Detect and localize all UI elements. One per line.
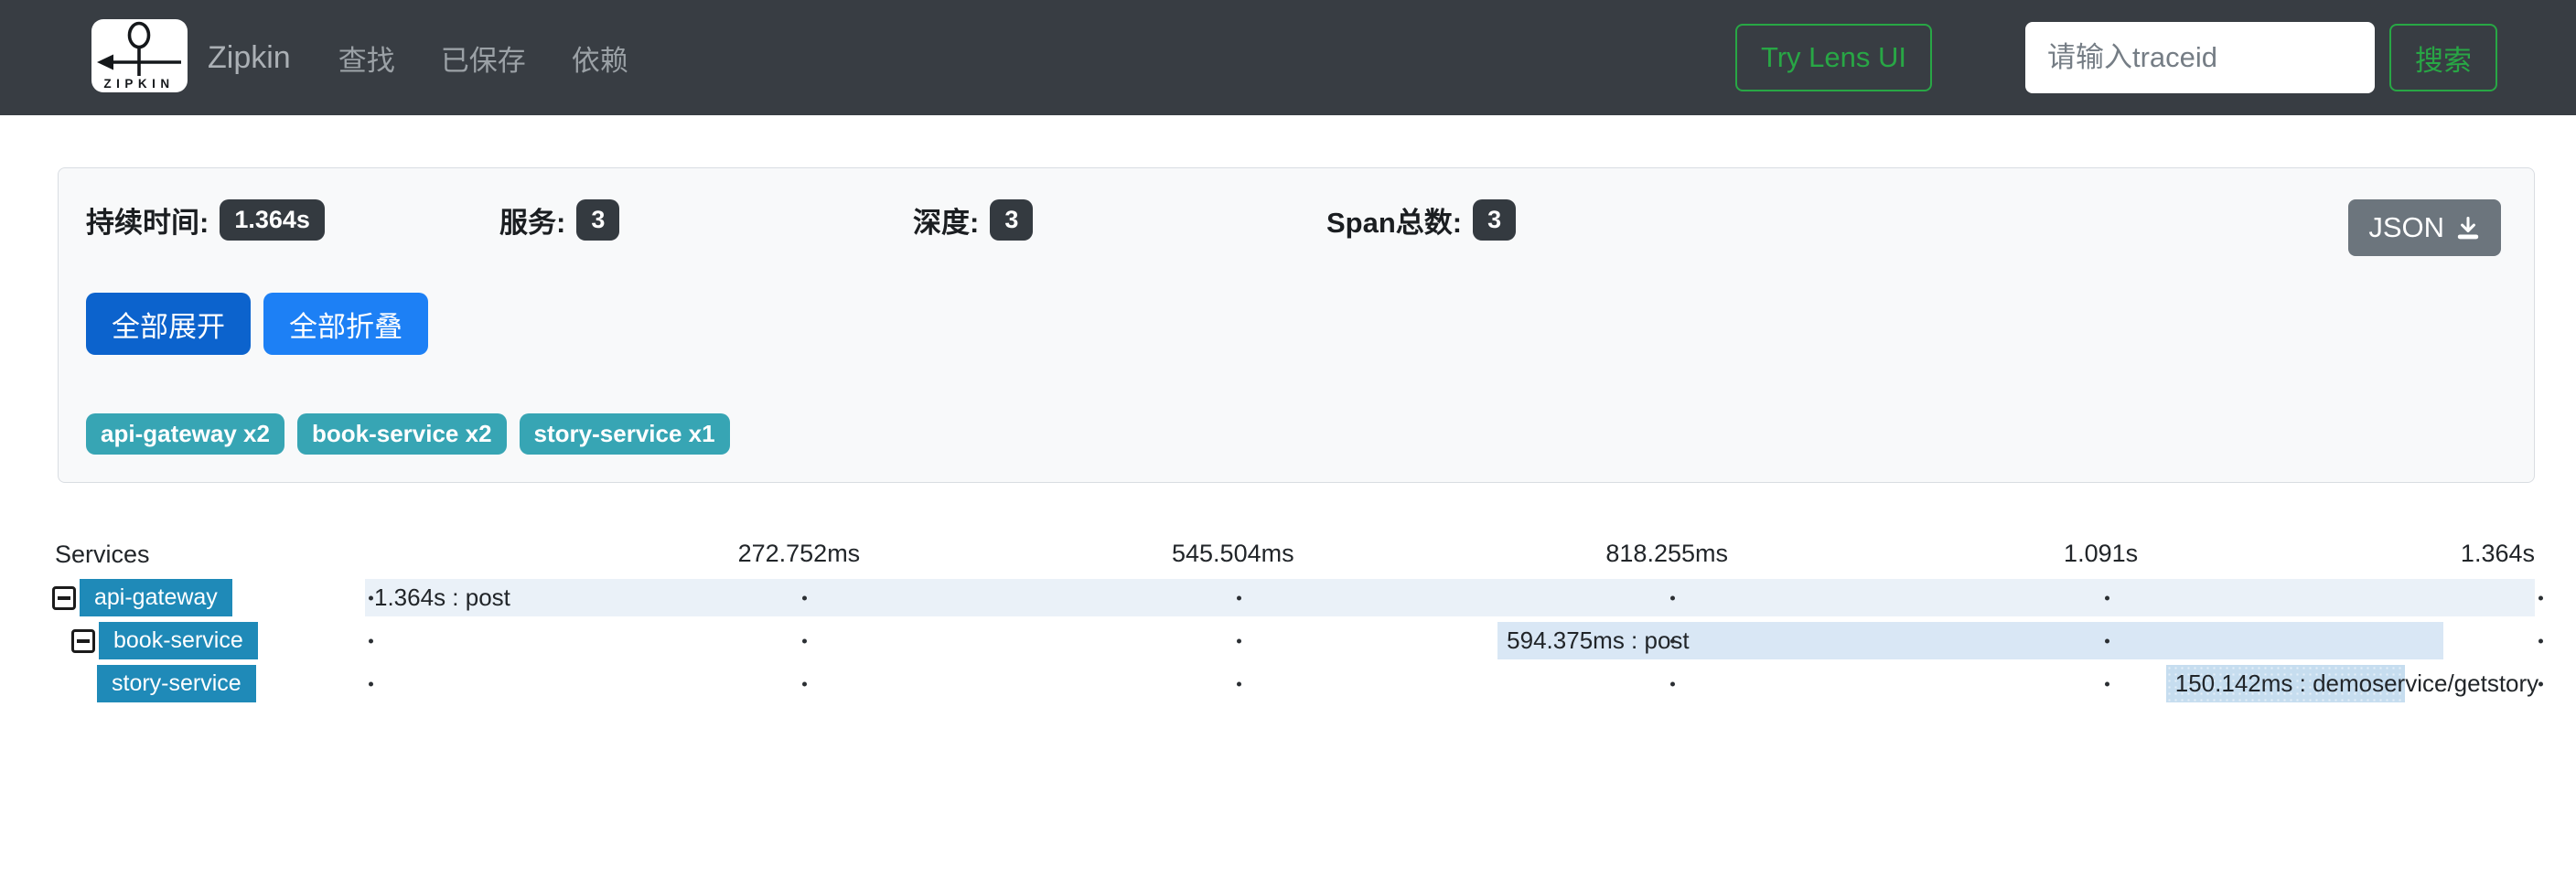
service-name-label[interactable]: book-service xyxy=(99,622,258,659)
span-bar-area: 150.142ms : demoservice/getstory xyxy=(365,662,2535,705)
services-column-header: Services xyxy=(52,541,365,569)
trace-stat-1: 服务: 3 xyxy=(499,199,913,241)
service-badge-row: api-gateway x2 book-service x2 story-servi… xyxy=(86,413,2501,455)
span-duration-bar[interactable]: 594.375ms : post xyxy=(1497,622,2443,659)
navbar: ZIPKIN Zipkin 查找 已保存 依赖 Try Lens UI 搜索 xyxy=(0,0,2576,115)
nav-link-saved[interactable]: 已保存 xyxy=(441,37,526,79)
time-tick: 1.364s xyxy=(2461,540,2535,568)
span-duration-bar[interactable]: 150.142ms : demoservice/getstory xyxy=(2166,665,2405,702)
nav-links: 查找 已保存 依赖 xyxy=(338,37,628,79)
timeline-tick-dot xyxy=(2538,595,2543,600)
timeline-tick-dot xyxy=(369,681,373,686)
service-tree-cell: book-service xyxy=(52,619,365,662)
timeline-tick-dot xyxy=(802,638,807,643)
service-name-label[interactable]: api-gateway xyxy=(80,579,232,616)
timeline-tick-dot xyxy=(1670,595,1675,600)
service-count-badge[interactable]: api-gateway x2 xyxy=(86,413,284,455)
stat-value-badge: 1.364s xyxy=(220,199,325,241)
expand-all-button[interactable]: 全部展开 xyxy=(86,293,251,355)
zipkin-logo[interactable]: ZIPKIN xyxy=(91,19,188,97)
timeline-tick-dot xyxy=(2105,681,2109,686)
time-tick: 818.255ms xyxy=(1605,540,1728,568)
collapse-toggle-icon[interactable] xyxy=(71,629,95,653)
timeline-tick-dot xyxy=(1670,681,1675,686)
service-count-badge[interactable]: book-service x2 xyxy=(297,413,507,455)
trace-stats-row: 持续时间: 1.364s 服务: 3 深度: 3 Span总数: 3 JSON xyxy=(86,199,2501,256)
stat-label: 深度: xyxy=(913,199,979,241)
timeline-rows: api-gateway 1.364s : post book-service 594.… xyxy=(52,576,2535,705)
try-lens-ui-button[interactable]: Try Lens UI xyxy=(1735,24,1932,91)
timeline-row: api-gateway 1.364s : post xyxy=(52,576,2535,619)
service-name-label[interactable]: story-service xyxy=(97,665,256,702)
time-tick: 272.752ms xyxy=(738,540,861,568)
span-bar-area: 1.364s : post xyxy=(365,576,2535,619)
download-icon xyxy=(2455,215,2481,241)
download-json-button[interactable]: JSON xyxy=(2348,199,2501,256)
timeline-tick-dot xyxy=(1237,681,1241,686)
timeline-tick-dot xyxy=(1670,638,1675,643)
expand-collapse-row: 全部展开 全部折叠 xyxy=(86,293,2501,355)
trace-timeline: Services 272.752ms 545.504ms 818.255ms 1.09… xyxy=(52,532,2535,705)
trace-stats: 持续时间: 1.364s 服务: 3 深度: 3 Span总数: 3 xyxy=(86,199,1740,241)
timeline-tick-dot xyxy=(1237,638,1241,643)
collapse-all-button[interactable]: 全部折叠 xyxy=(263,293,428,355)
stat-value-badge: 3 xyxy=(576,199,619,241)
timeline-tick-dot xyxy=(1237,595,1241,600)
stat-value-badge: 3 xyxy=(990,199,1033,241)
service-count-badge[interactable]: story-service x1 xyxy=(520,413,730,455)
timeline-row: story-service 150.142ms : demoservice/get… xyxy=(52,662,2535,705)
trace-stat-3: Span总数: 3 xyxy=(1326,199,1740,241)
collapse-toggle-icon[interactable] xyxy=(52,586,76,610)
svg-text:ZIPKIN: ZIPKIN xyxy=(103,77,174,91)
timeline-tick-dot xyxy=(2105,595,2109,600)
timeline-tick-dot xyxy=(2538,681,2543,686)
service-tree-cell: story-service xyxy=(52,662,365,705)
stat-value-badge: 3 xyxy=(1473,199,1516,241)
timeline-header: Services 272.752ms 545.504ms 818.255ms 1.09… xyxy=(52,532,2535,576)
zipkin-pin-icon: ZIPKIN xyxy=(91,19,188,92)
trace-stat-0: 持续时间: 1.364s xyxy=(86,199,499,241)
span-bar-area: 594.375ms : post xyxy=(365,619,2535,662)
timeline-row: book-service 594.375ms : post xyxy=(52,619,2535,662)
json-button-label: JSON xyxy=(2368,211,2444,244)
brand-title[interactable]: Zipkin xyxy=(208,40,291,76)
time-tick: 1.091s xyxy=(2064,540,2138,568)
stat-label: 持续时间: xyxy=(86,199,209,241)
time-ruler: 272.752ms 545.504ms 818.255ms 1.091s 1.364s xyxy=(365,532,2535,576)
search-button[interactable]: 搜索 xyxy=(2389,24,2497,91)
nav-link-find[interactable]: 查找 xyxy=(338,37,395,79)
traceid-search-input[interactable] xyxy=(2025,22,2375,93)
stat-label: 服务: xyxy=(499,199,565,241)
trace-stat-2: 深度: 3 xyxy=(913,199,1326,241)
stat-label: Span总数: xyxy=(1326,199,1462,241)
trace-summary-card: 持续时间: 1.364s 服务: 3 深度: 3 Span总数: 3 JSON 全部展开 全部… xyxy=(58,167,2535,483)
timeline-tick-dot xyxy=(802,681,807,686)
timeline-tick-dot xyxy=(369,638,373,643)
nav-link-dependencies[interactable]: 依赖 xyxy=(572,37,628,79)
timeline-tick-dot xyxy=(2105,638,2109,643)
span-duration-bar[interactable]: 1.364s : post xyxy=(365,579,2535,616)
service-tree-cell: api-gateway xyxy=(52,576,365,619)
timeline-tick-dot xyxy=(2538,638,2543,643)
timeline-tick-dot xyxy=(369,595,373,600)
time-tick: 545.504ms xyxy=(1172,540,1294,568)
timeline-tick-dot xyxy=(802,595,807,600)
